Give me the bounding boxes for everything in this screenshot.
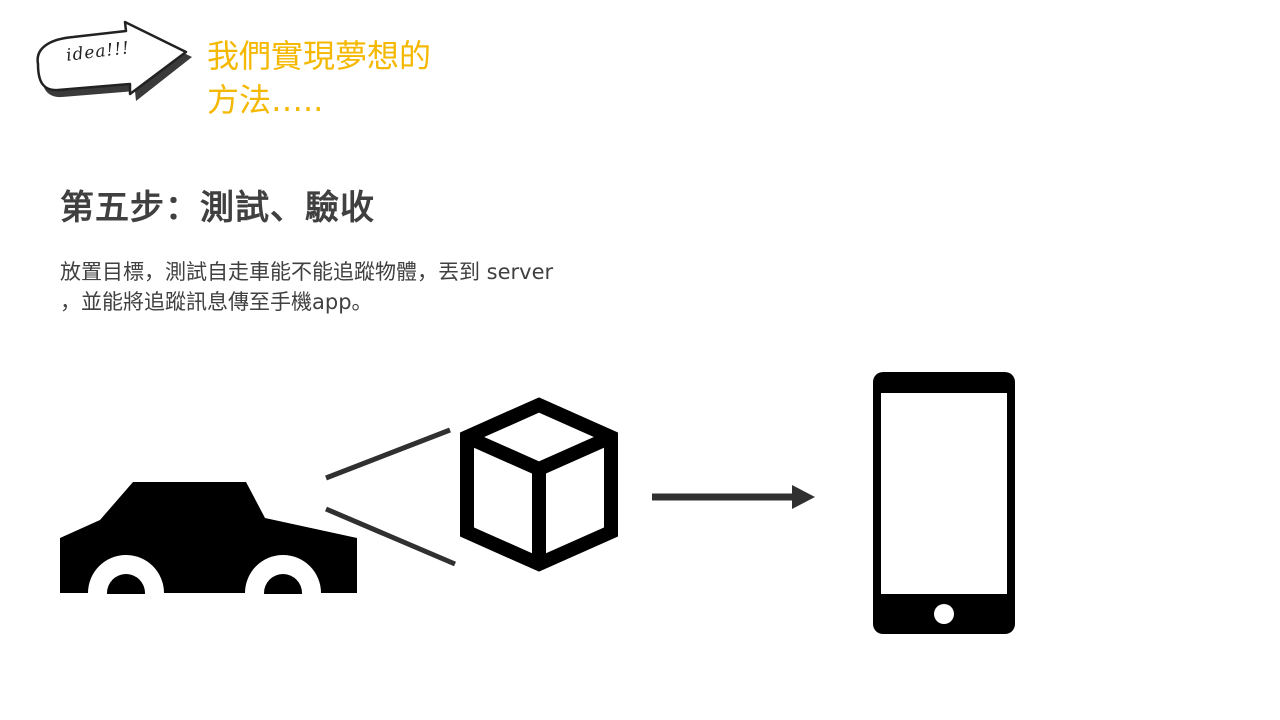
slide: idea!!! 我們實現夢想的 方法….. 第五步：測試、驗收 放置目標，測試自… (0, 0, 1280, 720)
diagram (56, 372, 1015, 634)
car-icon (56, 482, 362, 634)
smartphone-icon (873, 372, 1015, 634)
cube-icon (460, 397, 618, 572)
right-arrow-icon (652, 485, 815, 509)
